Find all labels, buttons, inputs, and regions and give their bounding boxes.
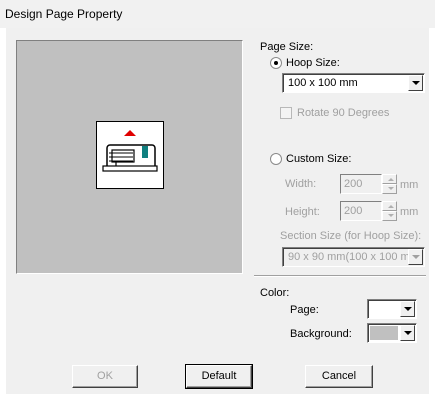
machine-icon-frame bbox=[96, 121, 164, 189]
page-size-label: Page Size: bbox=[260, 41, 314, 53]
height-input[interactable]: 200 bbox=[340, 201, 382, 221]
section-size-value: 90 x 90 mm(100 x 100 mm bbox=[288, 251, 419, 263]
spin-down-icon[interactable] bbox=[382, 184, 397, 194]
background-color-label: Background: bbox=[290, 328, 352, 340]
spin-up-icon[interactable] bbox=[382, 201, 397, 211]
custom-size-label: Custom Size: bbox=[286, 153, 352, 165]
chevron-down-icon[interactable] bbox=[408, 75, 423, 91]
hoop-size-radio[interactable] bbox=[270, 57, 282, 69]
section-size-select[interactable]: 90 x 90 mm(100 x 100 mm bbox=[282, 247, 425, 267]
sewing-machine-icon bbox=[102, 130, 158, 172]
ok-button[interactable]: OK bbox=[72, 365, 138, 388]
color-label: Color: bbox=[260, 287, 290, 299]
height-label: Height: bbox=[285, 206, 320, 218]
hoop-size-label: Hoop Size: bbox=[286, 57, 340, 69]
spin-up-icon[interactable] bbox=[382, 174, 397, 184]
window-title: Design Page Property bbox=[0, 0, 435, 28]
width-unit: mm bbox=[400, 179, 419, 191]
width-value: 200 bbox=[344, 178, 363, 190]
default-button[interactable]: Default bbox=[185, 364, 253, 389]
page-color-swatch bbox=[370, 302, 398, 316]
background-color-select[interactable] bbox=[367, 323, 417, 343]
chevron-down-icon[interactable] bbox=[400, 301, 415, 317]
hoop-size-select[interactable]: 100 x 100 mm bbox=[282, 73, 425, 93]
custom-size-radio[interactable] bbox=[270, 153, 282, 165]
height-spinner[interactable] bbox=[382, 201, 397, 221]
hoop-size-value: 100 x 100 mm bbox=[288, 77, 358, 89]
page-color-label: Page: bbox=[290, 304, 319, 316]
section-size-label: Section Size (for Hoop Size): bbox=[280, 230, 422, 242]
color-separator bbox=[254, 275, 426, 277]
height-unit: mm bbox=[400, 206, 419, 218]
page-color-select[interactable] bbox=[367, 299, 417, 319]
rotate-90-label: Rotate 90 Degrees bbox=[297, 107, 390, 119]
cancel-button[interactable]: Cancel bbox=[305, 365, 373, 388]
chevron-down-icon[interactable] bbox=[400, 325, 415, 341]
background-color-swatch bbox=[370, 326, 398, 340]
width-spinner[interactable] bbox=[382, 174, 397, 194]
up-arrow-icon bbox=[124, 130, 136, 136]
chevron-down-icon[interactable] bbox=[408, 249, 423, 265]
spin-down-icon[interactable] bbox=[382, 211, 397, 221]
width-input[interactable]: 200 bbox=[340, 174, 382, 194]
rotate-90-checkbox[interactable] bbox=[280, 107, 292, 119]
height-value: 200 bbox=[344, 205, 363, 217]
width-label: Width: bbox=[285, 178, 317, 190]
